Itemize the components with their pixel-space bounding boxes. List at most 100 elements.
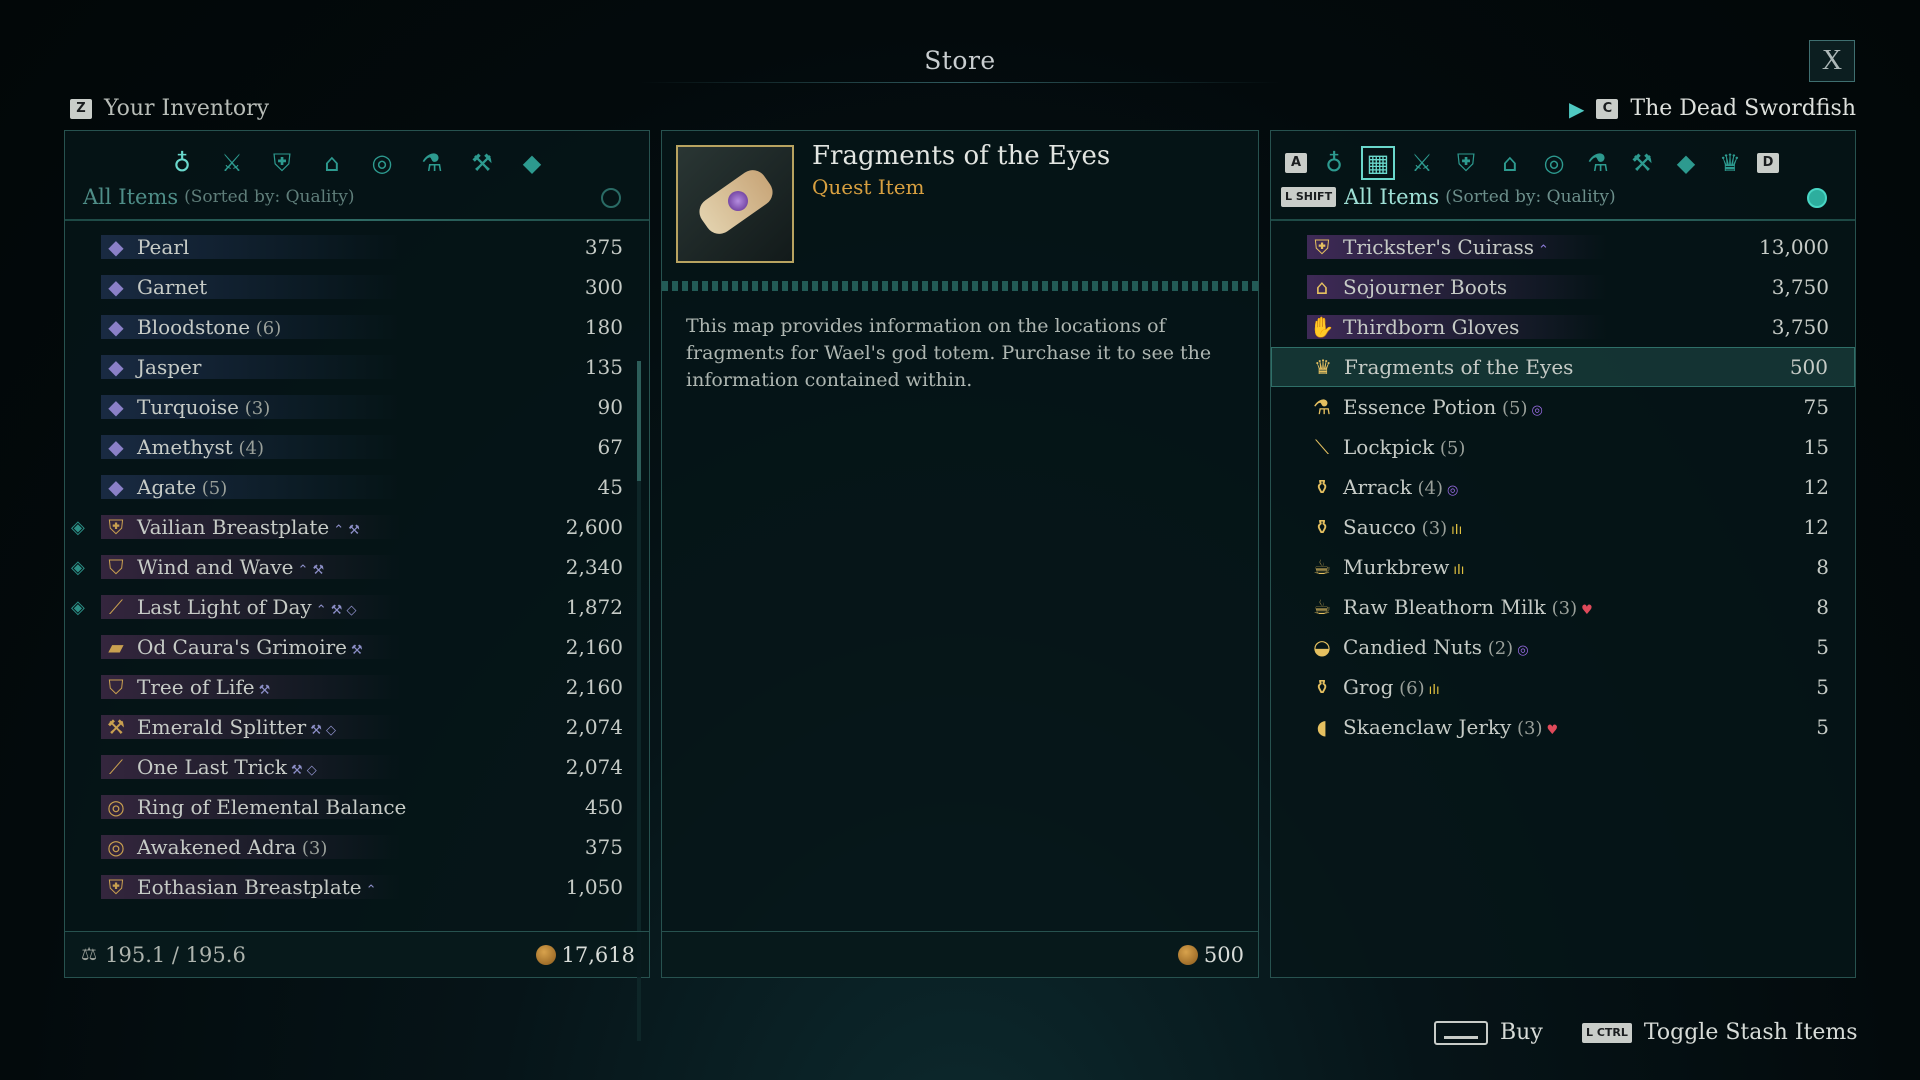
cup-icon: ☕ (1313, 555, 1331, 579)
list-item[interactable]: ◆ Amethyst (4) 67 (65, 427, 649, 467)
bag-icon[interactable]: ♁ (165, 146, 199, 180)
list-item[interactable]: ◎ Ring of Elemental Balance 450 (65, 787, 649, 827)
item-name-text: Awakened Adra (137, 835, 297, 859)
swords-icon[interactable]: ⚔ (1405, 146, 1439, 180)
inventory-header: Z Your Inventory (70, 96, 269, 121)
buy-hint[interactable]: Buy (1434, 1020, 1543, 1045)
list-item[interactable]: ◒ Candied Nuts (2) ◎ 5 (1271, 627, 1855, 667)
item-name-text: Jasper (137, 355, 202, 379)
list-item[interactable]: ⚱ Arrack (4) ◎ 12 (1271, 467, 1855, 507)
item-name: Thirdborn Gloves (1343, 315, 1519, 339)
inventory-panel: ♁ ⚔ ⛨ ⌂ ◎ ⚗ ⚒ ◆ All Items (Sorted by: Qu… (64, 130, 650, 1041)
list-item[interactable]: ☕ Raw Bleathorn Milk (3) ♥ 8 (1271, 587, 1855, 627)
merchant-sort-label: (Sorted by: Quality) (1445, 187, 1616, 207)
item-tag-icons: ◎ (1517, 643, 1529, 658)
item-name-text: Garnet (137, 275, 208, 299)
boots-icon[interactable]: ⌂ (315, 146, 349, 180)
item-name: Jasper (137, 355, 201, 379)
item-name: Agate (5) (137, 475, 227, 499)
merchant-panel: A ♁ ▦ ⚔ ⛨ ⌂ ◎ ⚗ ⚒ ◆ ♛ D L SHIFT All Item… (1270, 130, 1856, 978)
list-item[interactable]: ◎ Awakened Adra (3) 375 (65, 827, 649, 867)
crown-icon[interactable]: ♛ (1713, 146, 1747, 180)
item-name-text: Last Light of Day (137, 595, 312, 619)
list-item[interactable]: ◆ Turquoise (3) 90 (65, 387, 649, 427)
list-item[interactable]: ◈ ⟋ Last Light of Day ⌃ ⚒ ◇ 1,872 (65, 587, 649, 627)
list-item[interactable]: ⚱ Grog (6) ıIı 5 (1271, 667, 1855, 707)
buy-label: Buy (1500, 1020, 1543, 1045)
item-name: Pearl (137, 235, 189, 259)
item-price: 67 (597, 435, 623, 459)
list-item[interactable]: ⚱ Saucco (3) ıIı 12 (1271, 507, 1855, 547)
item-price: 375 (584, 235, 623, 259)
list-item[interactable]: ♛ Fragments of the Eyes 500 (1271, 347, 1855, 387)
potion-icon[interactable]: ⚗ (1581, 146, 1615, 180)
list-item[interactable]: ⌂ Sojourner Boots 3,750 (1271, 267, 1855, 307)
inventory-footer: ⚖ 195.1 / 195.6 17,618 (65, 931, 649, 977)
list-item[interactable]: ⚗ Essence Potion (5) ◎ 75 (1271, 387, 1855, 427)
list-item[interactable]: ⟋ One Last Trick ⚒ ◇ 2,074 (65, 747, 649, 787)
list-item[interactable]: ◆ Pearl 375 (65, 227, 649, 267)
bag-icon[interactable]: ♁ (1317, 146, 1351, 180)
gem-icon[interactable]: ◆ (1669, 146, 1703, 180)
list-item[interactable]: ✋ Thirdborn Gloves 3,750 (1271, 307, 1855, 347)
inventory-list: ◆ Pearl 375 ◆ Garnet 300 ◆ Bloodstone (6) 180 ◆ Ja… (65, 227, 649, 917)
armor-icon: ⛨ (1314, 235, 1330, 259)
list-item[interactable]: ◆ Agate (5) 45 (65, 467, 649, 507)
crown-icon: ♛ (1314, 355, 1332, 379)
ring-icon[interactable]: ◎ (1537, 146, 1571, 180)
item-price: 3,750 (1771, 275, 1829, 299)
item-name: Ring of Elemental Balance (137, 795, 406, 819)
merchant-sort-row[interactable]: L SHIFT All Items (Sorted by: Quality) (1271, 181, 1855, 213)
list-item[interactable]: ⛨ Eothasian Breastplate ⌃ 1,050 (65, 867, 649, 907)
filter-toggle-icon[interactable] (1807, 188, 1827, 208)
list-item[interactable]: ☕ Murkbrew ıIı 8 (1271, 547, 1855, 587)
gem-icon[interactable]: ◆ (515, 146, 549, 180)
crate-icon[interactable]: ▦ (1361, 146, 1395, 180)
inventory-scrollbar[interactable] (637, 361, 641, 481)
shield-icon: ⛉ (108, 555, 124, 579)
anvil-icon[interactable]: ⚒ (465, 146, 499, 180)
armor-icon[interactable]: ⛨ (265, 146, 299, 180)
list-item[interactable]: ◆ Garnet 300 (65, 267, 649, 307)
filter-toggle-icon[interactable] (601, 188, 621, 208)
item-name-text: Od Caura's Grimoire (137, 635, 347, 659)
list-item[interactable]: ◈ ⛨ Vailian Breastplate ⌃ ⚒ 2,600 (65, 507, 649, 547)
list-item[interactable]: ◆ Bloodstone (6) 180 (65, 307, 649, 347)
list-item[interactable]: ⛉ Tree of Life ⚒ 2,160 (65, 667, 649, 707)
list-item[interactable]: ⟍ Lockpick (5) 15 (1271, 427, 1855, 467)
next-category-key: D (1757, 153, 1779, 173)
list-item[interactable]: ▰ Od Caura's Grimoire ⚒ 2,160 (65, 627, 649, 667)
list-item[interactable]: ◆ Jasper 135 (65, 347, 649, 387)
toggle-stash-hint[interactable]: L CTRL Toggle Stash Items (1582, 1020, 1858, 1045)
list-item[interactable]: ⚒ Emerald Splitter ⚒ ◇ 2,074 (65, 707, 649, 747)
list-item[interactable]: ◖ Skaenclaw Jerky (3) ♥ 5 (1271, 707, 1855, 747)
boots-icon[interactable]: ⌂ (1493, 146, 1527, 180)
anvil-icon[interactable]: ⚒ (1625, 146, 1659, 180)
item-price: 45 (597, 475, 623, 499)
item-tag-icons: ⌃ ⚒ ◇ (315, 603, 357, 618)
item-price: 2,160 (565, 675, 623, 699)
gem-icon: ◆ (108, 435, 124, 459)
item-name-text: Essence Potion (1343, 395, 1497, 419)
item-tag-icons: ⚒ (258, 683, 271, 698)
item-name-text: Tree of Life (137, 675, 255, 699)
inventory-weight: 195.1 / 195.6 (105, 942, 246, 967)
list-item[interactable]: ◈ ⛉ Wind and Wave ⌃ ⚒ 2,340 (65, 547, 649, 587)
ring-icon: ◎ (107, 835, 125, 859)
store-title: Store (924, 46, 996, 75)
swords-icon[interactable]: ⚔ (215, 146, 249, 180)
potion-icon[interactable]: ⚗ (415, 146, 449, 180)
armor-icon[interactable]: ⛨ (1449, 146, 1483, 180)
item-portrait (676, 145, 794, 263)
item-name-text: Trickster's Cuirass (1343, 235, 1535, 259)
item-tag-icons: ⌃ ⚒ (333, 523, 360, 538)
list-item[interactable]: ⛨ Trickster's Cuirass ⌃ 13,000 (1271, 227, 1855, 267)
gem-icon: ◆ (108, 275, 124, 299)
close-button[interactable]: X (1809, 40, 1855, 82)
item-name: Essence Potion (5) ◎ (1343, 395, 1543, 419)
book-icon: ▰ (108, 635, 124, 659)
inventory-sort-row[interactable]: All Items (Sorted by: Quality) (65, 181, 649, 213)
ring-icon[interactable]: ◎ (365, 146, 399, 180)
item-quantity: (3) (1511, 718, 1543, 739)
item-name-text: Murkbrew (1343, 555, 1450, 579)
